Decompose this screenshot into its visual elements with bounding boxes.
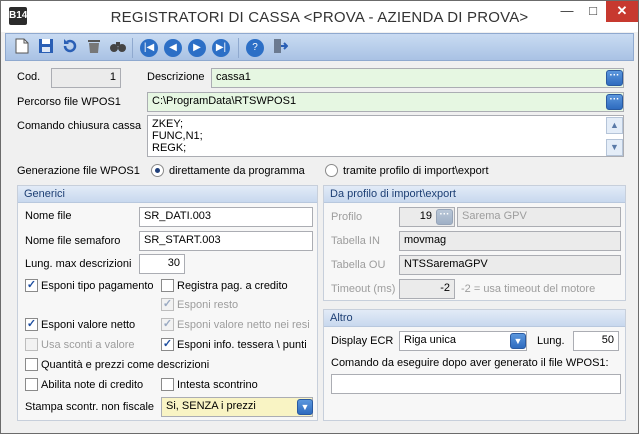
- percorso-label: Percorso file WPOS1: [17, 96, 121, 108]
- stampa-scontr-select[interactable]: Si, SENZA i prezzi: [161, 397, 313, 417]
- intesta-scontrino-checkbox[interactable]: [161, 378, 174, 391]
- esponi-info-tessera-label[interactable]: Esponi info. tessera \ punti: [177, 339, 307, 351]
- usa-sconti-valore-checkbox: [25, 338, 38, 351]
- toolbar: |◀ ◀ ▶ ▶| ?: [5, 33, 634, 61]
- esponi-valore-netto-checkbox[interactable]: ✓: [25, 318, 38, 331]
- minimize-button[interactable]: —: [554, 1, 580, 22]
- esponi-valore-netto-resi-label: Esponi valore netto nei resi: [177, 319, 310, 331]
- display-ecr-dropdown-button[interactable]: ▼: [510, 333, 526, 349]
- esponi-valore-netto-label[interactable]: Esponi valore netto: [41, 319, 135, 331]
- esponi-info-tessera-checkbox[interactable]: ✓: [161, 338, 174, 351]
- radio-direttamente-label[interactable]: direttamente da programma: [169, 165, 305, 177]
- memo-line: ZKEY;: [152, 118, 184, 130]
- altro-header: Altro: [324, 310, 625, 327]
- toolbar-separator: [238, 38, 239, 58]
- cod-label: Cod.: [17, 71, 41, 83]
- profilo-name-field: Sarema GPV: [457, 207, 621, 227]
- stampa-scontr-dropdown-button[interactable]: ▼: [297, 399, 313, 415]
- save-icon[interactable]: [36, 38, 56, 58]
- undo-icon[interactable]: [60, 38, 80, 58]
- delete-icon[interactable]: [84, 38, 104, 58]
- previous-record-icon[interactable]: ◀: [164, 39, 182, 57]
- registra-pag-credito-label[interactable]: Registra pag. a credito: [177, 280, 288, 292]
- tabella-in-field[interactable]: movmag: [399, 231, 621, 251]
- profilo-browse-button[interactable]: ···: [436, 209, 453, 225]
- memo-line: REGK;: [152, 142, 187, 154]
- application-window: B14 REGISTRATORI DI CASSA <PROVA - AZIEN…: [0, 0, 639, 434]
- radio-tramite-profilo-label[interactable]: tramite profilo di import\export: [343, 165, 489, 177]
- title-bar: B14 REGISTRATORI DI CASSA <PROVA - AZIEN…: [1, 1, 638, 32]
- esponi-resto-label: Esponi resto: [177, 299, 239, 311]
- memo-scroll-down-button[interactable]: ▼: [606, 139, 623, 156]
- quantita-prezzi-label[interactable]: Quantità e prezzi come descrizioni: [41, 359, 209, 371]
- stampa-scontr-label: Stampa scontr. non fiscale: [25, 401, 155, 413]
- esponi-valore-netto-resi-checkbox: ✓: [161, 318, 174, 331]
- tabella-ou-label: Tabella OU: [331, 259, 386, 271]
- nome-file-label: Nome file: [25, 210, 72, 222]
- radio-direttamente[interactable]: [151, 164, 164, 177]
- lung-max-descrizioni-label: Lung. max descrizioni: [25, 258, 132, 270]
- exit-icon[interactable]: [270, 38, 290, 58]
- altro-lung-label: Lung.: [537, 335, 565, 347]
- timeout-field[interactable]: -2: [399, 279, 455, 299]
- memo-line: FUNC,N1;: [152, 130, 203, 142]
- quantita-prezzi-checkbox[interactable]: [25, 358, 38, 371]
- descrizione-label: Descrizione: [147, 71, 205, 83]
- profilo-label: Profilo: [331, 211, 363, 223]
- memo-scroll-up-button[interactable]: ▲: [606, 117, 623, 134]
- profilo-header: Da profilo di import\export: [324, 186, 625, 203]
- last-record-icon[interactable]: ▶|: [212, 39, 230, 57]
- esponi-tipo-pagamento-checkbox[interactable]: ✓: [25, 279, 38, 292]
- descrizione-field[interactable]: cassa1: [211, 68, 624, 88]
- tabella-ou-field[interactable]: NTSSaremaGPV: [399, 255, 621, 275]
- abilita-note-credito-checkbox[interactable]: [25, 378, 38, 391]
- registra-pag-credito-checkbox[interactable]: [161, 279, 174, 292]
- display-ecr-select[interactable]: Riga unica: [399, 331, 527, 351]
- nome-file-semaforo-label: Nome file semaforo: [25, 235, 121, 247]
- close-button[interactable]: ✕: [606, 1, 638, 22]
- search-icon[interactable]: [108, 38, 128, 58]
- timeout-label: Timeout (ms): [331, 283, 396, 295]
- lung-max-descrizioni-field[interactable]: 30: [139, 254, 185, 274]
- comando-chiusura-label: Comando chiusura cassa: [17, 120, 142, 132]
- esponi-tipo-pagamento-label[interactable]: Esponi tipo pagamento: [41, 280, 154, 292]
- esponi-resto-checkbox: ✓: [161, 298, 174, 311]
- generazione-label: Generazione file WPOS1: [17, 165, 140, 177]
- generici-header: Generici: [18, 186, 317, 203]
- cod-field[interactable]: 1: [51, 68, 121, 88]
- timeout-hint: -2 = usa timeout del motore: [461, 283, 596, 295]
- first-record-icon[interactable]: |◀: [140, 39, 158, 57]
- abilita-note-credito-label[interactable]: Abilita note di credito: [41, 379, 143, 391]
- toolbar-separator: [132, 38, 133, 58]
- comando-dopo-label: Comando da eseguire dopo aver generato i…: [331, 357, 609, 369]
- intesta-scontrino-label[interactable]: Intesta scontrino: [177, 379, 258, 391]
- nome-file-semaforo-field[interactable]: SR_START.003: [139, 231, 313, 251]
- new-icon[interactable]: [12, 38, 32, 58]
- descrizione-browse-button[interactable]: ···: [606, 70, 623, 86]
- percorso-browse-button[interactable]: ···: [606, 94, 623, 110]
- maximize-button[interactable]: □: [580, 1, 606, 22]
- radio-tramite-profilo[interactable]: [325, 164, 338, 177]
- percorso-field[interactable]: C:\ProgramData\RTSWPOS1: [147, 92, 624, 112]
- altro-lung-field[interactable]: 50: [573, 331, 619, 351]
- nome-file-field[interactable]: SR_DATI.003: [139, 207, 313, 227]
- next-record-icon[interactable]: ▶: [188, 39, 206, 57]
- display-ecr-label: Display ECR: [331, 335, 394, 347]
- comando-chiusura-memo[interactable]: ZKEY; FUNC,N1; REGK;: [147, 115, 624, 157]
- window-title: REGISTRATORI DI CASSA <PROVA - AZIENDA D…: [110, 9, 529, 26]
- comando-dopo-field[interactable]: [331, 374, 621, 394]
- usa-sconti-valore-label: Usa sconti a valore: [41, 339, 135, 351]
- help-icon[interactable]: ?: [246, 39, 264, 57]
- tabella-in-label: Tabella IN: [331, 235, 380, 247]
